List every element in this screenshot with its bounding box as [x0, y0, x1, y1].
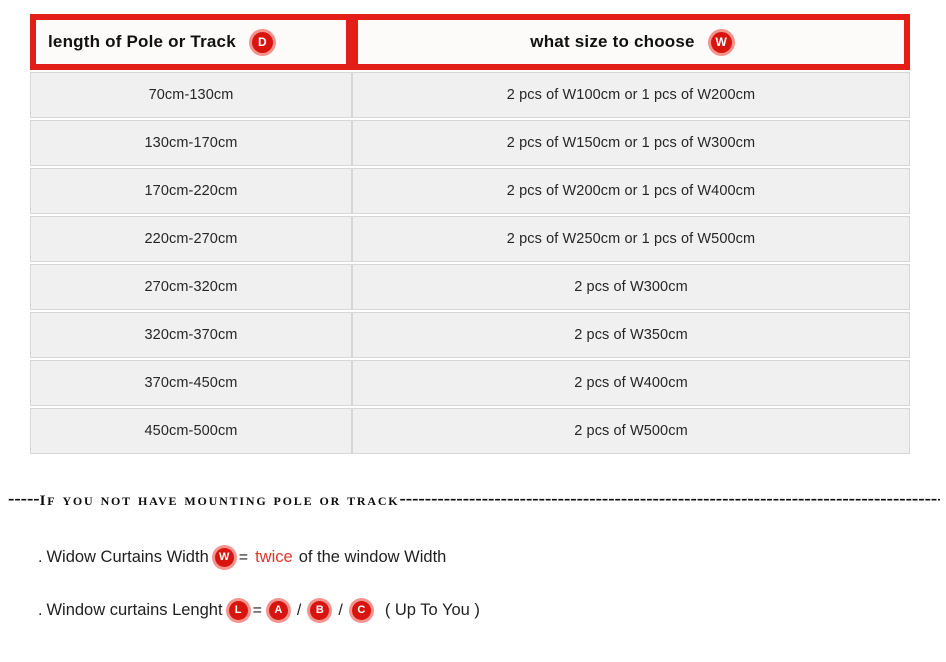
notes-section: ----- If you not have mounting pole or t…	[0, 486, 946, 620]
cell-size: 2 pcs of W100cm or 1 pcs of W200cm	[352, 72, 910, 118]
cell-size: 2 pcs of W200cm or 1 pcs of W400cm	[352, 168, 910, 214]
note-suffix: ( Up To You )	[384, 601, 480, 619]
cell-length: 130cm-170cm	[30, 120, 352, 166]
cell-length: 450cm-500cm	[30, 408, 352, 454]
equals-sign: =	[238, 548, 249, 566]
cell-size: 2 pcs of W400cm	[352, 360, 910, 406]
table-header-cell-length: length of Pole or Track D	[30, 14, 352, 70]
badge-a-icon: A	[268, 601, 288, 620]
note-suffix: of the window Width	[298, 548, 447, 566]
badge-w-icon: W	[710, 31, 732, 53]
table-row: 370cm-450cm 2 pcs of W400cm	[30, 360, 910, 406]
divider-trail-dashes: ----------------------------------------…	[399, 487, 940, 509]
table-row: 320cm-370cm 2 pcs of W350cm	[30, 312, 910, 358]
note-bullet: .	[38, 601, 43, 619]
cell-length: 320cm-370cm	[30, 312, 352, 358]
table-row: 70cm-130cm 2 pcs of W100cm or 1 pcs of W…	[30, 72, 910, 118]
note-width-rule: . Widow Curtains Width W = twice of the …	[38, 548, 452, 567]
cell-size: 2 pcs of W150cm or 1 pcs of W300cm	[352, 120, 910, 166]
table-header-label-length: length of Pole or Track	[48, 32, 236, 51]
table-header-label-size: what size to choose	[530, 32, 695, 51]
note-length-rule: . Window curtains Lenght L = A / B / C (…	[38, 601, 486, 620]
size-guide-table: length of Pole or Track D what size to c…	[30, 14, 910, 456]
table-header-cell-size: what size to choose W	[352, 14, 910, 70]
badge-w-icon: W	[214, 548, 234, 567]
badge-b-icon: B	[310, 601, 330, 620]
table-body: 70cm-130cm 2 pcs of W100cm or 1 pcs of W…	[30, 72, 910, 454]
cell-length: 220cm-270cm	[30, 216, 352, 262]
cell-size: 2 pcs of W350cm	[352, 312, 910, 358]
cell-length: 70cm-130cm	[30, 72, 352, 118]
cell-size: 2 pcs of W250cm or 1 pcs of W500cm	[352, 216, 910, 262]
cell-length: 170cm-220cm	[30, 168, 352, 214]
equals-sign: =	[252, 601, 262, 619]
table-row: 170cm-220cm 2 pcs of W200cm or 1 pcs of …	[30, 168, 910, 214]
table-row: 450cm-500cm 2 pcs of W500cm	[30, 408, 910, 454]
divider-caption: If you not have mounting pole or track	[39, 486, 400, 510]
cell-length: 370cm-450cm	[30, 360, 352, 406]
badge-c-icon: C	[351, 601, 371, 620]
note-label: Widow Curtains Width	[46, 548, 209, 566]
note-emphasis: twice	[255, 548, 293, 566]
cell-size: 2 pcs of W500cm	[352, 408, 910, 454]
table-row: 220cm-270cm 2 pcs of W250cm or 1 pcs of …	[30, 216, 910, 262]
option-separator: /	[338, 601, 343, 619]
note-bullet: .	[38, 548, 43, 566]
note-label: Window curtains Lenght	[46, 601, 223, 619]
badge-d-icon: D	[251, 31, 273, 53]
divider-lead-dashes: -----	[8, 487, 40, 509]
section-divider: ----- If you not have mounting pole or t…	[0, 486, 946, 511]
table-row: 130cm-170cm 2 pcs of W150cm or 1 pcs of …	[30, 120, 910, 166]
table-header-row: length of Pole or Track D what size to c…	[30, 14, 910, 70]
badge-l-icon: L	[228, 601, 248, 620]
table-row: 270cm-320cm 2 pcs of W300cm	[30, 264, 910, 310]
option-separator: /	[296, 601, 302, 619]
cell-size: 2 pcs of W300cm	[352, 264, 910, 310]
cell-length: 270cm-320cm	[30, 264, 352, 310]
